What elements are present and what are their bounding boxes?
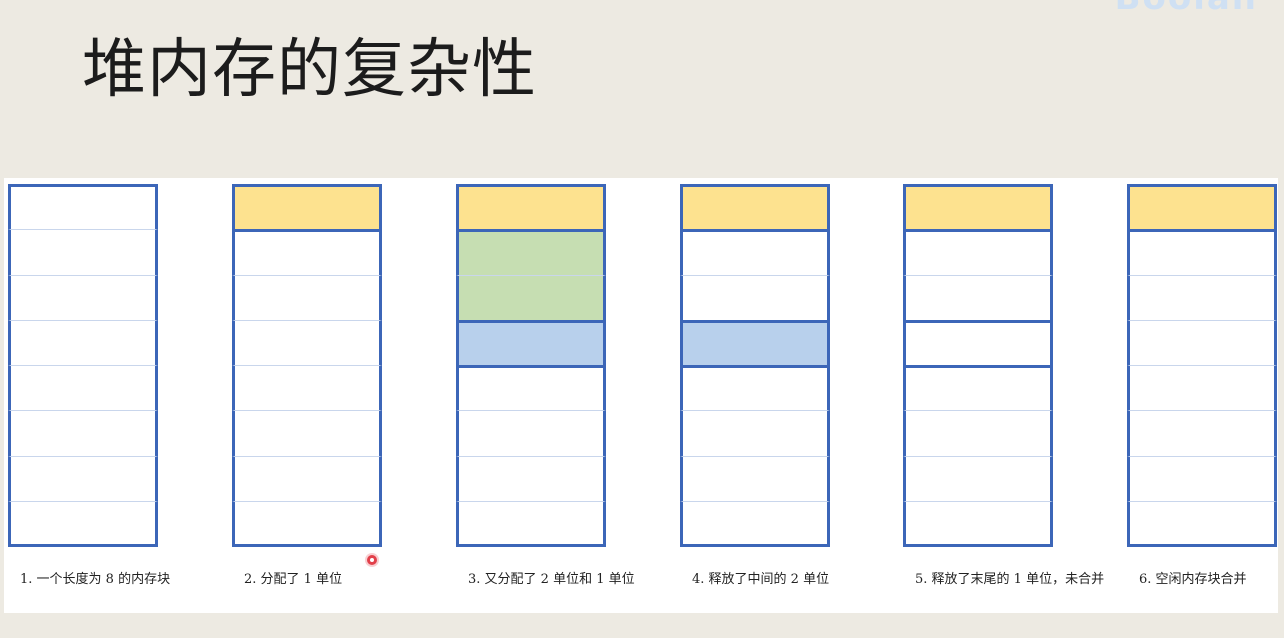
memory-block bbox=[232, 184, 382, 548]
memory-unit bbox=[680, 184, 830, 231]
memory-unit bbox=[232, 319, 382, 366]
memory-unit bbox=[680, 455, 830, 502]
memory-unit bbox=[232, 500, 382, 547]
memory-block bbox=[680, 184, 830, 548]
column-caption: 3. 又分配了 2 单位和 1 单位 bbox=[468, 572, 635, 587]
memory-unit bbox=[456, 319, 606, 366]
brand-logo: Boolan bbox=[1115, 0, 1258, 18]
memory-unit bbox=[903, 184, 1053, 231]
column-caption: 5. 释放了末尾的 1 单位，未合并 bbox=[915, 572, 1105, 587]
memory-unit bbox=[456, 229, 606, 276]
memory-unit bbox=[8, 184, 158, 231]
memory-unit bbox=[232, 229, 382, 276]
diagram-panel: 1. 一个长度为 8 的内存块 2. 分配了 1 单位 3. 又分配了 2 单位… bbox=[4, 178, 1278, 613]
memory-unit bbox=[8, 500, 158, 547]
pointer-highlight bbox=[367, 555, 377, 565]
memory-unit bbox=[456, 410, 606, 457]
memory-unit bbox=[1127, 455, 1277, 502]
memory-unit bbox=[232, 274, 382, 321]
memory-block bbox=[8, 184, 158, 548]
memory-unit bbox=[232, 455, 382, 502]
memory-unit bbox=[903, 500, 1053, 547]
column-caption: 4. 释放了中间的 2 单位 bbox=[692, 572, 830, 587]
memory-block bbox=[1127, 184, 1277, 548]
memory-unit bbox=[903, 455, 1053, 502]
memory-unit bbox=[903, 365, 1053, 412]
memory-unit bbox=[1127, 410, 1277, 457]
memory-unit bbox=[456, 274, 606, 321]
memory-unit bbox=[8, 455, 158, 502]
memory-column-1: 1. 一个长度为 8 的内存块 bbox=[8, 178, 170, 613]
memory-unit bbox=[903, 410, 1053, 457]
memory-unit bbox=[456, 500, 606, 547]
memory-unit bbox=[8, 410, 158, 457]
memory-block bbox=[903, 184, 1053, 548]
memory-column-6: 6. 空闲内存块合并 bbox=[1127, 178, 1277, 613]
memory-unit bbox=[680, 319, 830, 366]
memory-unit bbox=[232, 410, 382, 457]
memory-unit bbox=[8, 319, 158, 366]
memory-unit bbox=[1127, 229, 1277, 276]
memory-unit bbox=[8, 365, 158, 412]
column-caption: 6. 空闲内存块合并 bbox=[1139, 572, 1247, 587]
memory-unit bbox=[8, 274, 158, 321]
memory-unit bbox=[903, 319, 1053, 366]
memory-unit bbox=[456, 365, 606, 412]
memory-unit bbox=[456, 455, 606, 502]
memory-column-2: 2. 分配了 1 单位 bbox=[232, 178, 382, 613]
memory-unit bbox=[232, 184, 382, 231]
memory-unit bbox=[680, 410, 830, 457]
memory-unit bbox=[680, 500, 830, 547]
memory-unit bbox=[903, 229, 1053, 276]
memory-column-5: 5. 释放了末尾的 1 单位，未合并 bbox=[903, 178, 1104, 613]
column-caption: 1. 一个长度为 8 的内存块 bbox=[20, 572, 171, 587]
memory-unit bbox=[903, 274, 1053, 321]
memory-column-3: 3. 又分配了 2 单位和 1 单位 bbox=[456, 178, 635, 613]
slide-title: 堆内存的复杂性 bbox=[82, 33, 537, 107]
column-caption: 2. 分配了 1 单位 bbox=[244, 572, 343, 587]
memory-unit bbox=[1127, 274, 1277, 321]
memory-unit bbox=[8, 229, 158, 276]
memory-unit bbox=[680, 274, 830, 321]
memory-unit bbox=[680, 365, 830, 412]
memory-unit bbox=[1127, 319, 1277, 366]
memory-unit bbox=[680, 229, 830, 276]
memory-unit bbox=[456, 184, 606, 231]
memory-unit bbox=[1127, 500, 1277, 547]
memory-column-4: 4. 释放了中间的 2 单位 bbox=[680, 178, 830, 613]
memory-block bbox=[456, 184, 606, 548]
memory-unit bbox=[1127, 184, 1277, 231]
memory-unit bbox=[232, 365, 382, 412]
memory-unit bbox=[1127, 365, 1277, 412]
